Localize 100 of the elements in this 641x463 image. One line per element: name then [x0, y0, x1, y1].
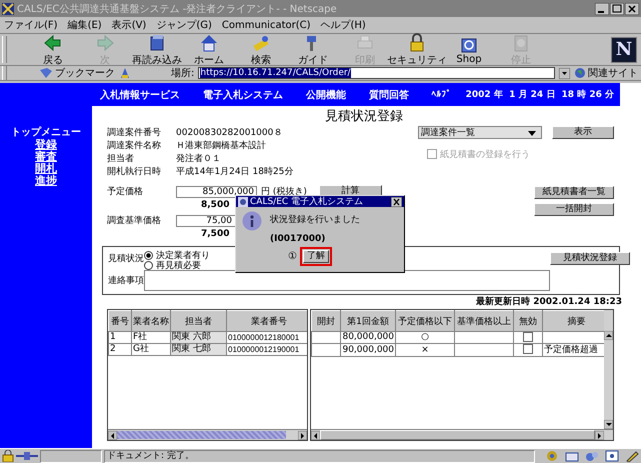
- nav-link[interactable]: 公開機能: [306, 88, 346, 102]
- nav-link[interactable]: 質問回答: [369, 88, 409, 102]
- scroll-arrow-icon[interactable]: [595, 430, 604, 440]
- field-label: 調達案件番号: [107, 126, 162, 139]
- scroll-arrow-icon[interactable]: [311, 430, 320, 440]
- maximize-icon[interactable]: [610, 2, 624, 14]
- column-header[interactable]: 開封: [312, 310, 340, 332]
- side-menu-title[interactable]: トップメニュー: [11, 125, 81, 139]
- menu-item[interactable]: ジャンプ(G): [156, 18, 212, 32]
- mail-icon[interactable]: [565, 450, 579, 462]
- address-book-icon[interactable]: [605, 450, 619, 462]
- field-label: 調達案件名称: [107, 139, 162, 152]
- checkbox[interactable]: [523, 332, 533, 342]
- close-icon[interactable]: [391, 196, 402, 206]
- horizontal-scrollbar[interactable]: [311, 429, 613, 440]
- scroll-arrow-icon[interactable]: [298, 430, 307, 440]
- dialog-message: 状況登録を行いました: [270, 214, 360, 226]
- chat-icon[interactable]: [585, 450, 599, 462]
- lock-icon: [2, 450, 14, 462]
- radio-label: 決定業者有り: [156, 250, 210, 260]
- date-text: 2002 年 1 月 24 日 18 時 26 分: [466, 88, 614, 101]
- globe-icon: [574, 67, 586, 79]
- show-button[interactable]: 表示: [552, 126, 614, 139]
- toolbar-button[interactable]: 再読み込み: [131, 34, 183, 64]
- radio-label: 再見積必要: [156, 260, 201, 272]
- message-code: (I0017000): [269, 234, 326, 244]
- menu-item[interactable]: ファイル(F): [4, 18, 58, 32]
- case-select[interactable]: 調達案件一覧: [418, 126, 542, 139]
- field-label: 連絡事項: [108, 274, 144, 287]
- menu-item[interactable]: Communicator(C): [222, 20, 311, 30]
- column-header[interactable]: 業者名称: [132, 310, 170, 332]
- action-button[interactable]: 一括開封: [534, 203, 614, 216]
- table-cell: 80,000,000: [340, 332, 396, 344]
- column-header[interactable]: 担当者: [170, 310, 226, 332]
- side-menu-link[interactable]: 開札: [35, 163, 57, 175]
- scroll-arrow-icon[interactable]: [604, 331, 613, 340]
- column-header[interactable]: 摘要: [542, 310, 604, 332]
- nav-link[interactable]: 電子入札システム: [203, 88, 283, 102]
- window-title: CALS/EC公共調達共通基盤システム -発注者クライアント- - Netscape: [17, 2, 338, 16]
- plug-icon: [16, 451, 38, 461]
- pen-icon[interactable]: [625, 450, 639, 462]
- toolbar-button[interactable]: Shop: [443, 34, 495, 64]
- column-header[interactable]: 番号: [108, 310, 132, 332]
- callout-number: ①: [288, 251, 297, 262]
- toolbar-button[interactable]: ガイド: [287, 34, 339, 64]
- help-link[interactable]: ﾍﾙﾌﾟ: [432, 89, 452, 100]
- menu-item[interactable]: 表示(V): [112, 18, 146, 32]
- related-sites-button[interactable]: 関連サイト: [574, 66, 641, 80]
- dropdown-arrow-icon: [527, 128, 537, 136]
- table-cell: 関東 七郎: [170, 344, 226, 356]
- ok-button[interactable]: 了解: [302, 250, 329, 263]
- table-cell: 1: [108, 332, 132, 344]
- dropdown-arrow-icon[interactable]: [559, 68, 570, 78]
- field-value: 00200830282001000８: [176, 127, 282, 139]
- column-header[interactable]: 予定価格以下: [396, 310, 454, 332]
- column-header[interactable]: 無効: [514, 310, 542, 332]
- close-icon[interactable]: [625, 2, 639, 14]
- column-header[interactable]: 基準価格以上: [454, 310, 514, 332]
- updated-text: 最新更新日時 2002.01.24 18:23: [475, 295, 623, 309]
- house-icon: [199, 32, 219, 52]
- column-header[interactable]: 業者番号: [226, 310, 307, 332]
- amount-text: 8,500: [201, 200, 230, 210]
- scroll-arrow-icon[interactable]: [108, 430, 117, 440]
- vertical-scrollbar[interactable]: [604, 310, 613, 429]
- menu-item[interactable]: ヘルプ(H): [320, 18, 366, 32]
- menu-item[interactable]: 編集(E): [68, 18, 102, 32]
- side-menu-link[interactable]: 審査: [35, 151, 57, 163]
- scroll-thumb[interactable]: [117, 431, 286, 439]
- arrow-left-icon: [43, 32, 63, 52]
- url-field[interactable]: https://10.16.71.247/CALS/Order/: [198, 67, 555, 79]
- app-icon: [238, 196, 248, 206]
- table-cell: ○: [396, 332, 454, 344]
- field-label: 調査基準価格: [107, 214, 162, 227]
- radio-button[interactable]: [144, 250, 153, 260]
- field-value: Ｈ港東部鋼橋基本設計: [176, 140, 266, 152]
- horizontal-scrollbar[interactable]: [108, 429, 307, 440]
- notes-field[interactable]: [144, 270, 550, 291]
- minimize-icon[interactable]: [595, 2, 609, 14]
- table-cell: 90,000,000: [340, 344, 396, 356]
- toolbar-button[interactable]: 検索: [235, 34, 287, 64]
- side-menu-link[interactable]: 進捗: [35, 175, 57, 187]
- scroll-arrow-icon[interactable]: [604, 420, 613, 429]
- table-cell: 関東 六郎: [170, 332, 226, 344]
- checkbox[interactable]: [523, 344, 533, 354]
- column-header[interactable]: 第1回金額: [340, 310, 396, 332]
- bookmarks-button[interactable]: ブックマーク: [39, 66, 115, 80]
- nav-link[interactable]: 入札情報サービス: [100, 88, 180, 102]
- status-text: ドキュメント: 完了。: [104, 450, 535, 462]
- radio-button[interactable]: [144, 260, 153, 270]
- register-button[interactable]: 見積状況登録: [550, 252, 630, 265]
- toolbar-button[interactable]: 戻る: [27, 34, 79, 64]
- field-label: 開札執行日時: [107, 166, 162, 178]
- field-value: 平成14年1月24日 18時25分: [176, 166, 294, 178]
- app-icon: [2, 2, 14, 14]
- side-menu-link[interactable]: 登録: [35, 139, 57, 151]
- action-button[interactable]: 紙見積書者一覧: [534, 186, 614, 199]
- arrow-right-icon: [95, 32, 115, 52]
- toolbar-button[interactable]: ホーム: [183, 34, 235, 64]
- checkbox-label: 紙見積書の登録を行う: [440, 148, 530, 160]
- amount-text: 7,500: [201, 229, 230, 239]
